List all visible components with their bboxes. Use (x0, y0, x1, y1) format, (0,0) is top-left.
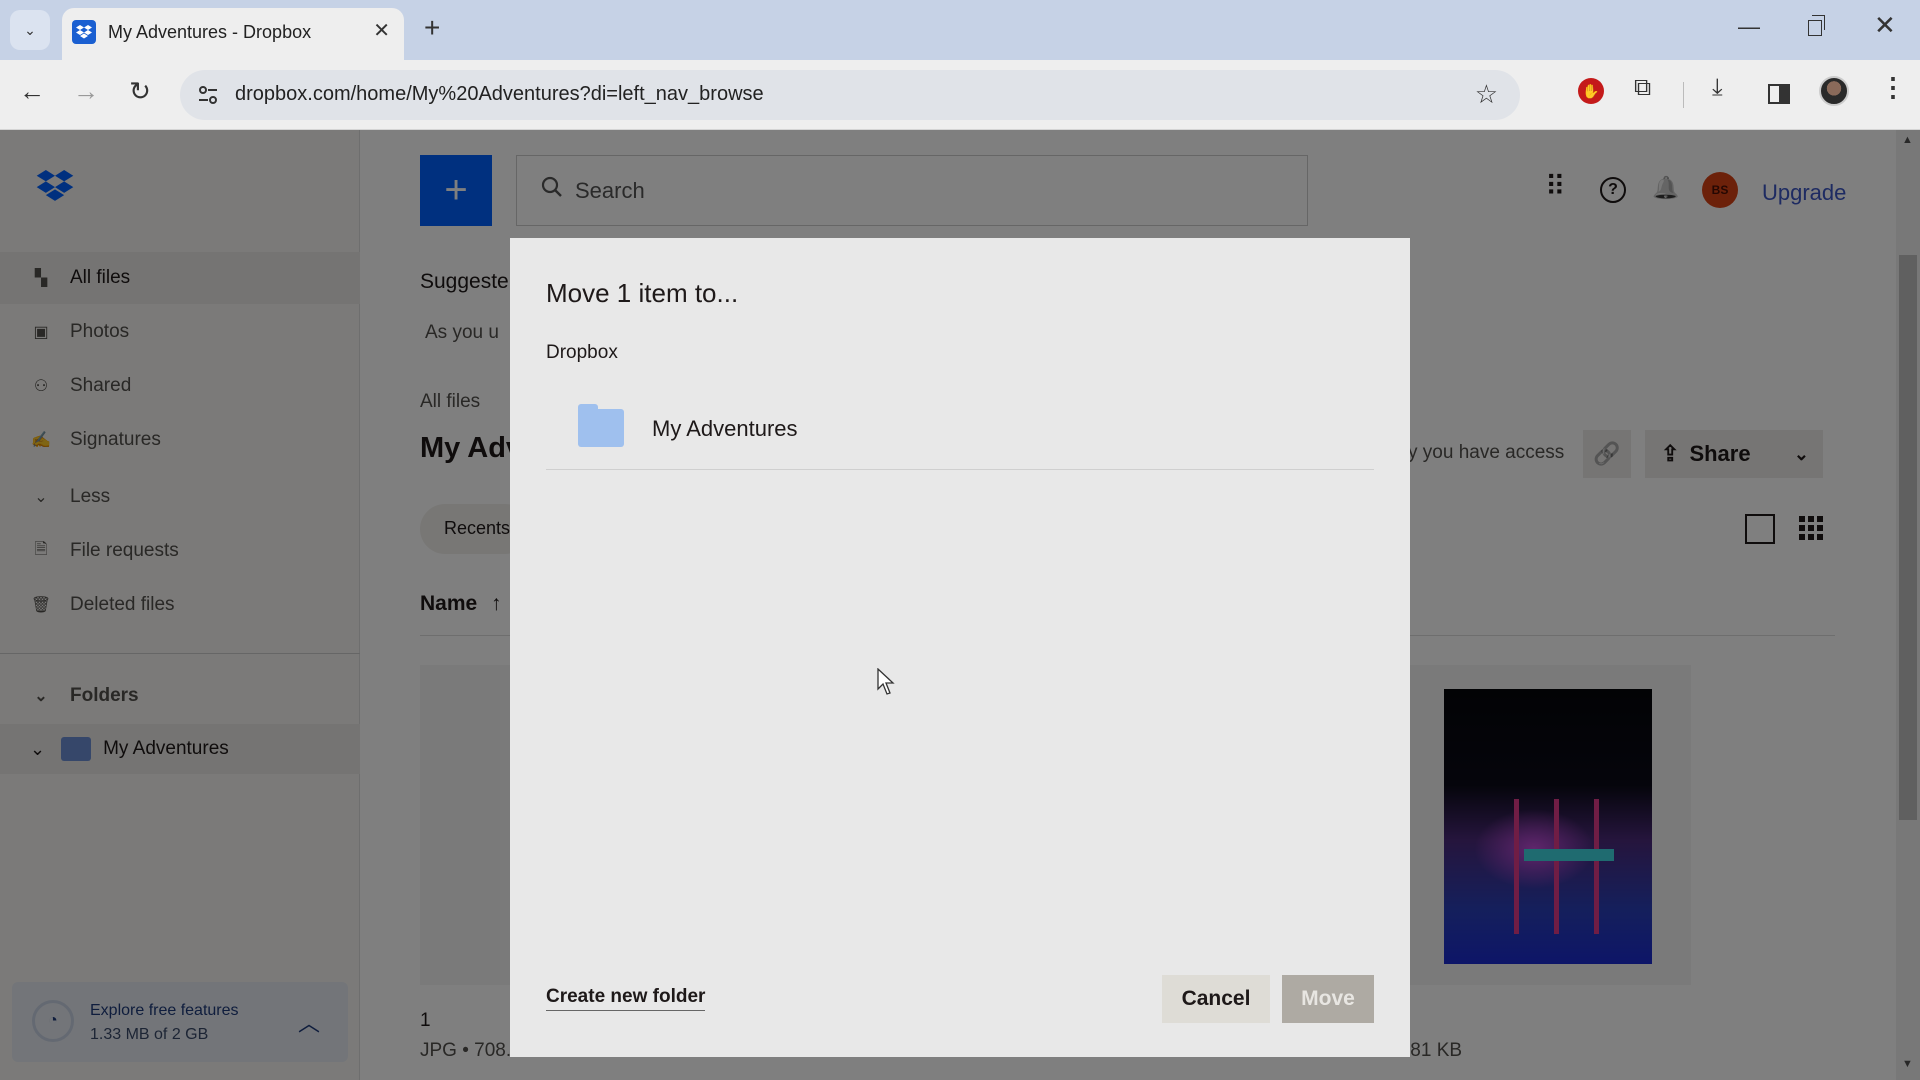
reload-icon[interactable]: ↻ (122, 76, 158, 107)
dropbox-favicon-icon (72, 20, 96, 44)
move-dialog: Move 1 item to... Dropbox My Adventures … (510, 238, 1410, 1057)
create-new-folder-link[interactable]: Create new folder (546, 986, 706, 1011)
tab-title: My Adventures - Dropbox (108, 22, 312, 42)
window-close-icon[interactable]: ✕ (1874, 10, 1896, 41)
address-bar[interactable]: dropbox.com/home/My%20Adventures?di=left… (180, 70, 1520, 120)
dialog-breadcrumb[interactable]: Dropbox (546, 342, 618, 364)
extensions-icon[interactable]: ⧉ (1634, 74, 1651, 102)
tab-close-icon[interactable]: ✕ (373, 18, 390, 43)
forward-icon[interactable]: → (68, 76, 104, 107)
minimize-icon[interactable]: — (1738, 14, 1760, 40)
browser-tab-bar: ⌄ My Adventures - Dropbox ✕ + — ✕ (0, 0, 1920, 60)
toolbar-separator (1683, 82, 1684, 108)
url-text[interactable]: dropbox.com/home/My%20Adventures?di=left… (235, 83, 764, 106)
back-icon[interactable]: ← (14, 76, 50, 107)
bookmark-star-icon[interactable]: ☆ (1475, 79, 1498, 110)
hand-icon: ✋ (1582, 82, 1600, 99)
destination-folder-label: My Adventures (652, 416, 798, 441)
folder-icon (578, 404, 624, 447)
move-button[interactable]: Move (1282, 975, 1374, 1023)
restore-icon[interactable] (1808, 15, 1825, 36)
chevron-down-icon: ⌄ (24, 21, 36, 38)
site-info-icon[interactable] (194, 82, 222, 108)
dialog-title: Move 1 item to... (546, 278, 739, 308)
profile-avatar[interactable] (1819, 76, 1849, 106)
side-panel-icon[interactable] (1768, 84, 1790, 104)
download-icon[interactable]: ⤓ (1712, 74, 1723, 102)
mouse-cursor-icon (877, 668, 895, 695)
new-tab-button[interactable]: + (424, 12, 440, 44)
browser-menu-icon[interactable]: ⋮ (1880, 72, 1906, 103)
browser-toolbar: ← → ↻ dropbox.com/home/My%20Adventures?d… (0, 60, 1920, 130)
adblock-extension-icon[interactable]: ✋ (1578, 78, 1604, 104)
browser-tab[interactable]: My Adventures - Dropbox ✕ (62, 8, 404, 60)
destination-folder-row[interactable]: My Adventures (546, 388, 1374, 470)
cancel-button[interactable]: Cancel (1162, 975, 1270, 1023)
tab-search-button[interactable]: ⌄ (10, 10, 50, 50)
